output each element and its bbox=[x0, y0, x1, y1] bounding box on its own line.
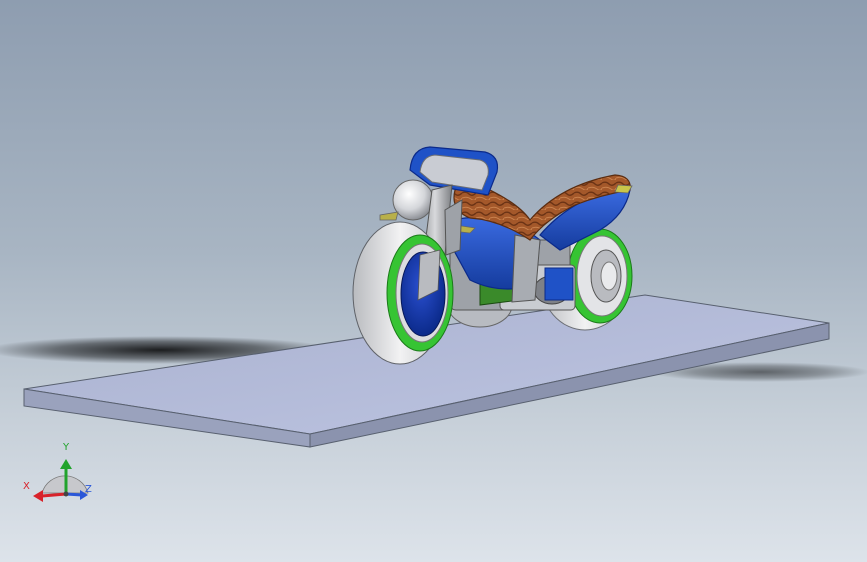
triad-x-axis bbox=[41, 492, 67, 498]
orientation-triad[interactable] bbox=[33, 459, 89, 502]
triad-x-label: X bbox=[23, 481, 30, 492]
triad-y-label: Y bbox=[63, 442, 70, 453]
scene-canvas[interactable] bbox=[0, 0, 867, 562]
triad-origin bbox=[63, 491, 69, 497]
mirror-left bbox=[379, 211, 399, 221]
triad-x-arrow bbox=[33, 490, 43, 502]
model-viewport[interactable]: X Y Z bbox=[0, 0, 867, 562]
headlight bbox=[392, 179, 434, 221]
triad-z-label: Z bbox=[85, 484, 92, 495]
triad-y-arrow bbox=[60, 459, 72, 469]
